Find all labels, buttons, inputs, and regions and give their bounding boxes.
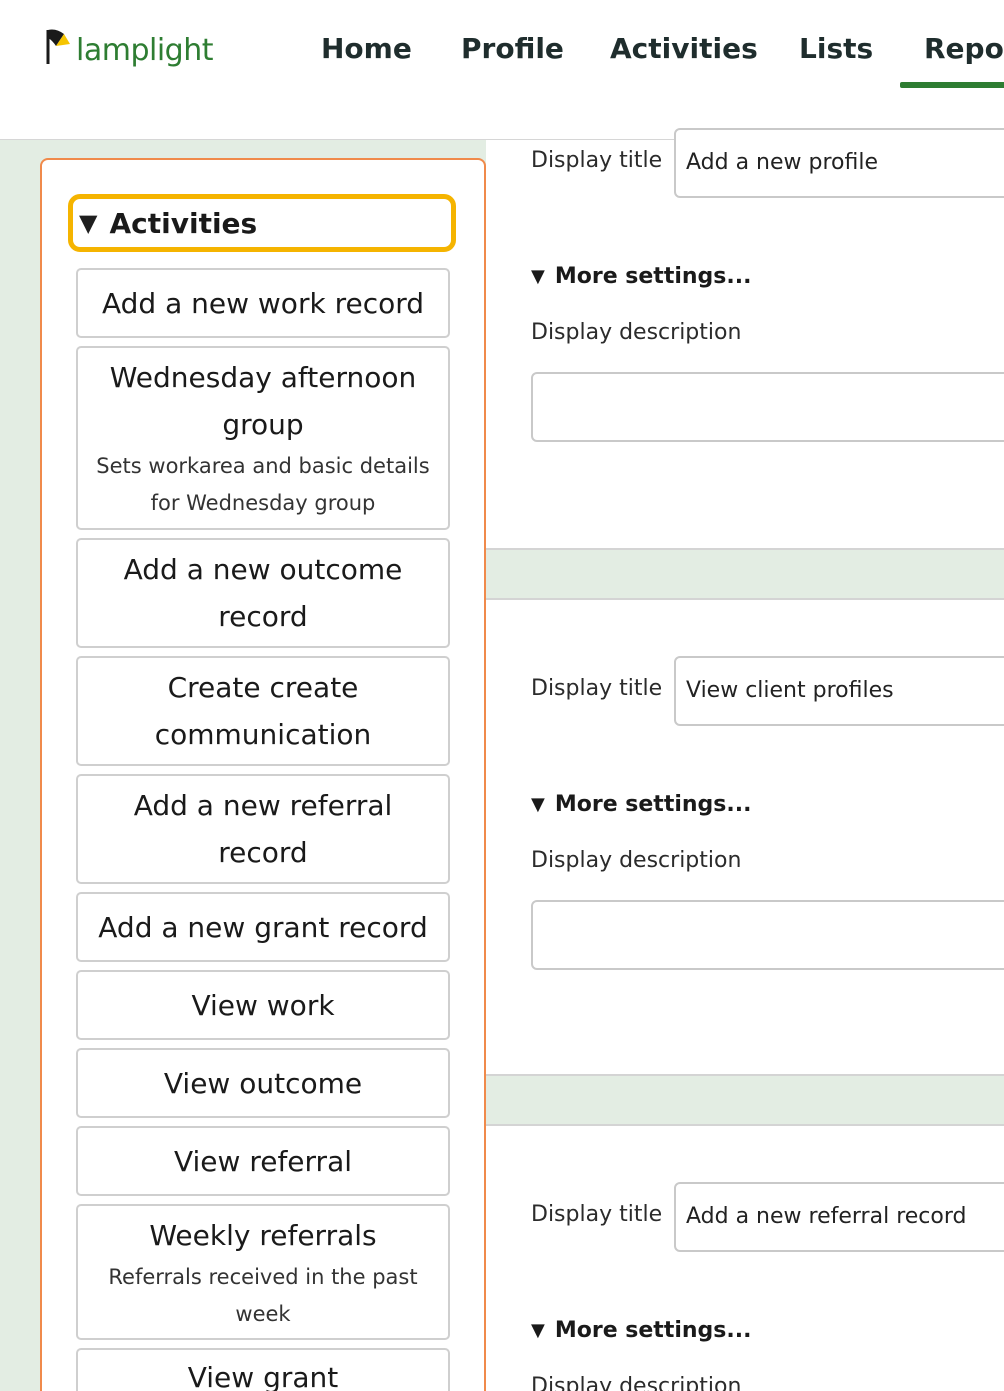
list-item[interactable]: Wednesday afternoon group Sets workarea …: [76, 346, 450, 530]
more-settings-label: More settings...: [554, 792, 752, 817]
more-settings-label: More settings...: [554, 1318, 752, 1343]
nav-profile[interactable]: Profile: [461, 32, 564, 65]
lamplight-logo[interactable]: lamplight: [42, 26, 213, 66]
item-title: Weekly referrals: [149, 1218, 377, 1252]
item-description: Referrals received in the past week: [108, 1264, 418, 1326]
section-title: Activities: [109, 206, 258, 240]
display-title-label: Display title: [531, 148, 663, 173]
triangle-down-icon: ▼: [531, 794, 545, 815]
item-title: Add a new grant record: [98, 910, 428, 944]
settings-card-2: Display title View client profiles ▼ Mor…: [486, 598, 1004, 1076]
activities-section-toggle[interactable]: ▼ Activities: [68, 194, 456, 252]
list-item[interactable]: Add a new work record: [76, 268, 450, 338]
nav-reports[interactable]: Repor: [900, 32, 1004, 88]
list-item[interactable]: Add a new outcome record: [76, 538, 450, 648]
item-title: Add a new outcome record: [123, 553, 403, 633]
item-title: View work: [191, 988, 335, 1022]
top-header: lamplight Home Profile Activities Lists …: [0, 0, 1004, 140]
triangle-down-icon: ▼: [79, 209, 98, 237]
list-item[interactable]: Add a new referral record: [76, 774, 450, 884]
more-settings-toggle[interactable]: ▼ More settings...: [531, 792, 751, 817]
item-title: Add a new referral record: [133, 789, 393, 869]
item-title: Add a new work record: [101, 286, 425, 320]
item-title: Create create communication: [154, 671, 372, 751]
triangle-down-icon: ▼: [531, 266, 545, 287]
more-settings-toggle[interactable]: ▼ More settings...: [531, 264, 751, 289]
display-description-input[interactable]: [531, 372, 1004, 442]
settings-card-1: Display title Add a new profile ▼ More s…: [486, 128, 1004, 550]
list-item[interactable]: View work: [76, 970, 450, 1040]
lamp-icon: [46, 29, 70, 64]
display-title-input[interactable]: Add a new profile: [674, 128, 1004, 198]
list-item[interactable]: View referral: [76, 1126, 450, 1196]
list-item[interactable]: View outcome: [76, 1048, 450, 1118]
display-description-label: Display description: [531, 848, 742, 873]
item-title: View referral: [173, 1144, 353, 1178]
nav-activities[interactable]: Activities: [610, 32, 758, 65]
display-description-label: Display description: [531, 320, 742, 345]
display-description-label: Display description: [531, 1374, 742, 1391]
display-title-input[interactable]: View client profiles: [674, 656, 1004, 726]
item-title: Wednesday afternoon group: [109, 361, 417, 441]
triangle-down-icon: ▼: [531, 1320, 545, 1341]
list-item[interactable]: View grant: [76, 1348, 450, 1391]
settings-card-3: Display title Add a new referral record …: [486, 1124, 1004, 1391]
nav-home[interactable]: Home: [321, 32, 412, 65]
display-title-input[interactable]: Add a new referral record: [674, 1182, 1004, 1252]
display-description-input[interactable]: [531, 900, 1004, 970]
item-title: View outcome: [163, 1066, 363, 1100]
list-item[interactable]: Add a new grant record: [76, 892, 450, 962]
activities-panel: ▼ Activities Add a new work record Wedne…: [40, 158, 486, 1391]
list-item[interactable]: Weekly referrals Referrals received in t…: [76, 1204, 450, 1340]
nav-lists[interactable]: Lists: [799, 32, 873, 65]
item-description: Sets workarea and basic details for Wedn…: [96, 454, 430, 515]
display-title-label: Display title: [531, 1202, 663, 1227]
more-settings-label: More settings...: [554, 264, 752, 289]
more-settings-toggle[interactable]: ▼ More settings...: [531, 1318, 751, 1343]
item-title: View grant: [187, 1361, 339, 1391]
list-item[interactable]: Create create communication: [76, 656, 450, 766]
brand-name: lamplight: [76, 33, 213, 68]
display-title-label: Display title: [531, 676, 663, 701]
